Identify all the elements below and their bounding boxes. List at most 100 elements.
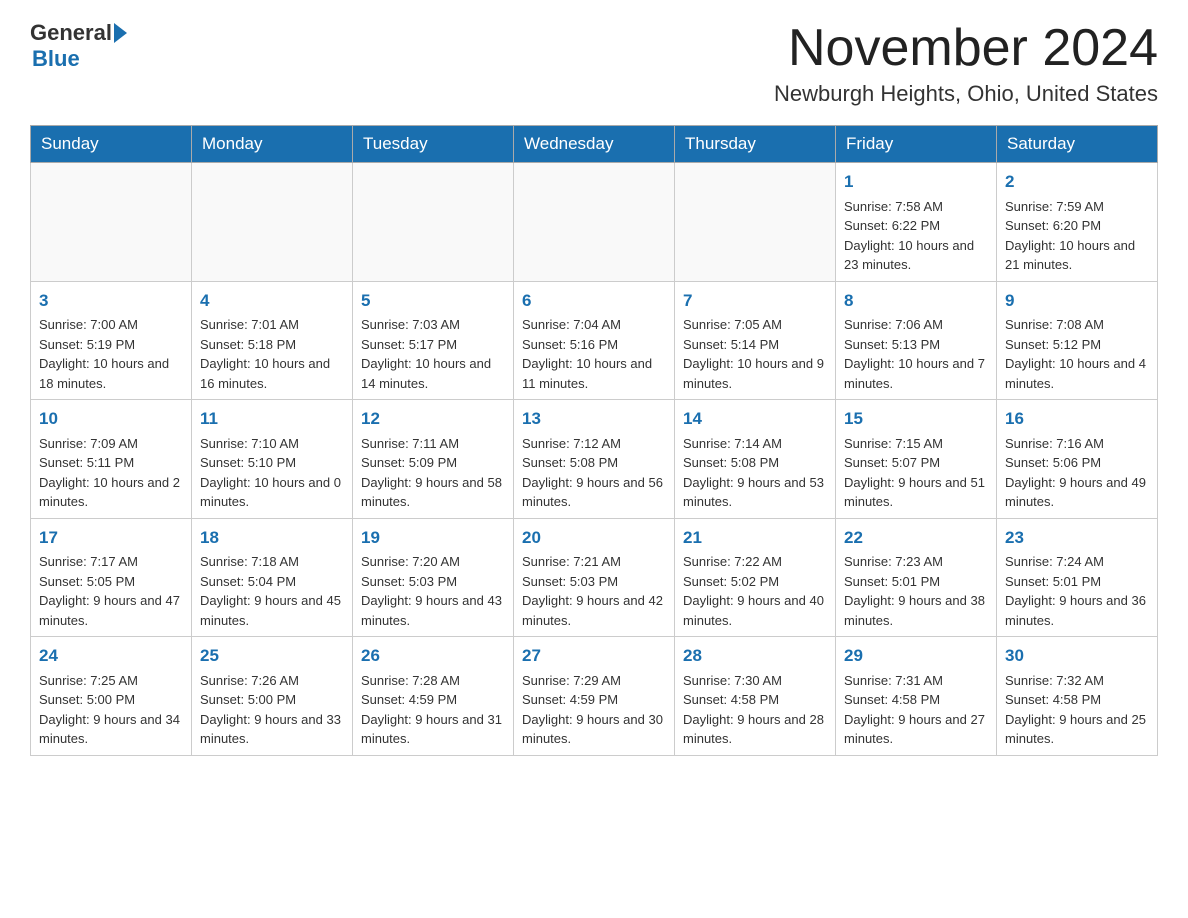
day-info: Sunrise: 7:59 AMSunset: 6:20 PMDaylight:…	[1005, 197, 1149, 275]
day-info: Sunrise: 7:12 AMSunset: 5:08 PMDaylight:…	[522, 434, 666, 512]
day-cell-w5-d4: 27Sunrise: 7:29 AMSunset: 4:59 PMDayligh…	[514, 637, 675, 756]
day-info: Sunrise: 7:10 AMSunset: 5:10 PMDaylight:…	[200, 434, 344, 512]
day-cell-w2-d5: 7Sunrise: 7:05 AMSunset: 5:14 PMDaylight…	[675, 281, 836, 400]
day-cell-w5-d3: 26Sunrise: 7:28 AMSunset: 4:59 PMDayligh…	[353, 637, 514, 756]
day-number: 14	[683, 406, 827, 432]
day-number: 26	[361, 643, 505, 669]
calendar-table: Sunday Monday Tuesday Wednesday Thursday…	[30, 125, 1158, 756]
day-cell-w3-d3: 12Sunrise: 7:11 AMSunset: 5:09 PMDayligh…	[353, 400, 514, 519]
day-cell-w3-d1: 10Sunrise: 7:09 AMSunset: 5:11 PMDayligh…	[31, 400, 192, 519]
day-info: Sunrise: 7:18 AMSunset: 5:04 PMDaylight:…	[200, 552, 344, 630]
day-cell-w3-d6: 15Sunrise: 7:15 AMSunset: 5:07 PMDayligh…	[836, 400, 997, 519]
logo: General Blue	[30, 20, 129, 72]
day-info: Sunrise: 7:17 AMSunset: 5:05 PMDaylight:…	[39, 552, 183, 630]
day-cell-w3-d4: 13Sunrise: 7:12 AMSunset: 5:08 PMDayligh…	[514, 400, 675, 519]
day-info: Sunrise: 7:25 AMSunset: 5:00 PMDaylight:…	[39, 671, 183, 749]
day-info: Sunrise: 7:15 AMSunset: 5:07 PMDaylight:…	[844, 434, 988, 512]
header-monday: Monday	[192, 126, 353, 163]
day-number: 3	[39, 288, 183, 314]
day-info: Sunrise: 7:08 AMSunset: 5:12 PMDaylight:…	[1005, 315, 1149, 393]
week-row-5: 24Sunrise: 7:25 AMSunset: 5:00 PMDayligh…	[31, 637, 1158, 756]
day-info: Sunrise: 7:04 AMSunset: 5:16 PMDaylight:…	[522, 315, 666, 393]
logo-text: General	[30, 20, 129, 46]
day-cell-w1-d2	[192, 163, 353, 282]
day-info: Sunrise: 7:32 AMSunset: 4:58 PMDaylight:…	[1005, 671, 1149, 749]
day-info: Sunrise: 7:23 AMSunset: 5:01 PMDaylight:…	[844, 552, 988, 630]
day-number: 6	[522, 288, 666, 314]
day-cell-w5-d1: 24Sunrise: 7:25 AMSunset: 5:00 PMDayligh…	[31, 637, 192, 756]
day-cell-w3-d5: 14Sunrise: 7:14 AMSunset: 5:08 PMDayligh…	[675, 400, 836, 519]
week-row-2: 3Sunrise: 7:00 AMSunset: 5:19 PMDaylight…	[31, 281, 1158, 400]
day-cell-w1-d7: 2Sunrise: 7:59 AMSunset: 6:20 PMDaylight…	[997, 163, 1158, 282]
day-number: 18	[200, 525, 344, 551]
header-friday: Friday	[836, 126, 997, 163]
day-cell-w2-d3: 5Sunrise: 7:03 AMSunset: 5:17 PMDaylight…	[353, 281, 514, 400]
location-title: Newburgh Heights, Ohio, United States	[774, 81, 1158, 107]
day-number: 9	[1005, 288, 1149, 314]
day-number: 28	[683, 643, 827, 669]
day-info: Sunrise: 7:20 AMSunset: 5:03 PMDaylight:…	[361, 552, 505, 630]
day-number: 13	[522, 406, 666, 432]
day-cell-w2-d4: 6Sunrise: 7:04 AMSunset: 5:16 PMDaylight…	[514, 281, 675, 400]
day-cell-w4-d5: 21Sunrise: 7:22 AMSunset: 5:02 PMDayligh…	[675, 518, 836, 637]
day-info: Sunrise: 7:29 AMSunset: 4:59 PMDaylight:…	[522, 671, 666, 749]
day-info: Sunrise: 7:00 AMSunset: 5:19 PMDaylight:…	[39, 315, 183, 393]
day-number: 21	[683, 525, 827, 551]
day-number: 23	[1005, 525, 1149, 551]
day-info: Sunrise: 7:58 AMSunset: 6:22 PMDaylight:…	[844, 197, 988, 275]
day-cell-w4-d7: 23Sunrise: 7:24 AMSunset: 5:01 PMDayligh…	[997, 518, 1158, 637]
day-cell-w1-d5	[675, 163, 836, 282]
day-cell-w3-d7: 16Sunrise: 7:16 AMSunset: 5:06 PMDayligh…	[997, 400, 1158, 519]
day-number: 4	[200, 288, 344, 314]
month-title: November 2024	[774, 20, 1158, 77]
day-info: Sunrise: 7:31 AMSunset: 4:58 PMDaylight:…	[844, 671, 988, 749]
day-info: Sunrise: 7:21 AMSunset: 5:03 PMDaylight:…	[522, 552, 666, 630]
day-cell-w1-d1	[31, 163, 192, 282]
day-info: Sunrise: 7:28 AMSunset: 4:59 PMDaylight:…	[361, 671, 505, 749]
day-number: 30	[1005, 643, 1149, 669]
day-info: Sunrise: 7:14 AMSunset: 5:08 PMDaylight:…	[683, 434, 827, 512]
day-cell-w2-d6: 8Sunrise: 7:06 AMSunset: 5:13 PMDaylight…	[836, 281, 997, 400]
day-info: Sunrise: 7:22 AMSunset: 5:02 PMDaylight:…	[683, 552, 827, 630]
days-header-row: Sunday Monday Tuesday Wednesday Thursday…	[31, 126, 1158, 163]
week-row-3: 10Sunrise: 7:09 AMSunset: 5:11 PMDayligh…	[31, 400, 1158, 519]
day-cell-w1-d3	[353, 163, 514, 282]
day-info: Sunrise: 7:24 AMSunset: 5:01 PMDaylight:…	[1005, 552, 1149, 630]
day-cell-w2-d7: 9Sunrise: 7:08 AMSunset: 5:12 PMDaylight…	[997, 281, 1158, 400]
week-row-1: 1Sunrise: 7:58 AMSunset: 6:22 PMDaylight…	[31, 163, 1158, 282]
day-number: 11	[200, 406, 344, 432]
day-number: 24	[39, 643, 183, 669]
day-cell-w5-d5: 28Sunrise: 7:30 AMSunset: 4:58 PMDayligh…	[675, 637, 836, 756]
day-number: 16	[1005, 406, 1149, 432]
day-number: 29	[844, 643, 988, 669]
logo-blue: Blue	[32, 46, 80, 72]
day-number: 15	[844, 406, 988, 432]
day-number: 2	[1005, 169, 1149, 195]
logo-arrow-icon	[114, 23, 127, 43]
day-info: Sunrise: 7:03 AMSunset: 5:17 PMDaylight:…	[361, 315, 505, 393]
header-saturday: Saturday	[997, 126, 1158, 163]
day-number: 27	[522, 643, 666, 669]
day-cell-w5-d6: 29Sunrise: 7:31 AMSunset: 4:58 PMDayligh…	[836, 637, 997, 756]
header-wednesday: Wednesday	[514, 126, 675, 163]
day-info: Sunrise: 7:26 AMSunset: 5:00 PMDaylight:…	[200, 671, 344, 749]
day-cell-w4-d3: 19Sunrise: 7:20 AMSunset: 5:03 PMDayligh…	[353, 518, 514, 637]
day-info: Sunrise: 7:06 AMSunset: 5:13 PMDaylight:…	[844, 315, 988, 393]
day-info: Sunrise: 7:16 AMSunset: 5:06 PMDaylight:…	[1005, 434, 1149, 512]
day-number: 20	[522, 525, 666, 551]
day-cell-w2-d2: 4Sunrise: 7:01 AMSunset: 5:18 PMDaylight…	[192, 281, 353, 400]
week-row-4: 17Sunrise: 7:17 AMSunset: 5:05 PMDayligh…	[31, 518, 1158, 637]
header-tuesday: Tuesday	[353, 126, 514, 163]
day-cell-w4-d6: 22Sunrise: 7:23 AMSunset: 5:01 PMDayligh…	[836, 518, 997, 637]
logo-general: General	[30, 20, 112, 46]
page-header: General Blue November 2024 Newburgh Heig…	[30, 20, 1158, 107]
day-cell-w5-d2: 25Sunrise: 7:26 AMSunset: 5:00 PMDayligh…	[192, 637, 353, 756]
day-info: Sunrise: 7:01 AMSunset: 5:18 PMDaylight:…	[200, 315, 344, 393]
day-number: 12	[361, 406, 505, 432]
day-number: 1	[844, 169, 988, 195]
day-number: 8	[844, 288, 988, 314]
day-number: 25	[200, 643, 344, 669]
day-cell-w1-d4	[514, 163, 675, 282]
title-area: November 2024 Newburgh Heights, Ohio, Un…	[774, 20, 1158, 107]
day-info: Sunrise: 7:11 AMSunset: 5:09 PMDaylight:…	[361, 434, 505, 512]
